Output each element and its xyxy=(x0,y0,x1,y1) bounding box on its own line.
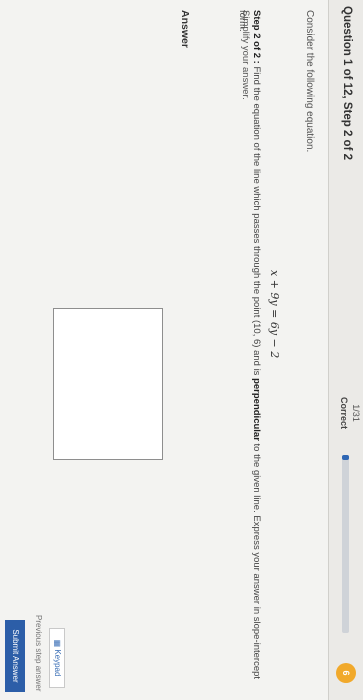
given-equation: x + 9y = 6y − 2 xyxy=(268,270,281,359)
previous-step-answer-link[interactable]: Previous step answer xyxy=(34,615,43,691)
progress-fill xyxy=(342,455,349,461)
instruction-bold: perpendicular xyxy=(251,378,262,441)
instruction-part-1: Find the equation of the line which pass… xyxy=(251,63,262,379)
keypad-label: Keypad xyxy=(53,649,62,677)
simplify-note: Simplify your answer. xyxy=(240,10,251,100)
question-title: Question 1 of 12, Step 2 of 2 xyxy=(341,6,353,161)
keypad-button[interactable]: ▦ Keypad xyxy=(49,628,65,688)
question-page: Question 1 of 12, Step 2 of 2 1/31 Corre… xyxy=(0,0,363,700)
intro-text: Consider the following equation. xyxy=(304,10,315,153)
answer-label: Answer xyxy=(179,10,191,48)
step-label: Step 2 of 2 : xyxy=(251,10,262,64)
submit-answer-button[interactable]: Submit Answer xyxy=(5,620,25,692)
score-count: 1/31 xyxy=(351,404,361,422)
score-block: 1/31 Correct xyxy=(339,378,361,448)
badge-icon: 6 xyxy=(336,663,356,683)
header-bar: Question 1 of 12, Step 2 of 2 1/31 Corre… xyxy=(328,0,363,700)
step-instruction: Step 2 of 2 : Find the equation of the l… xyxy=(235,10,264,700)
progress-bar xyxy=(342,455,349,633)
keypad-icon: ▦ xyxy=(53,639,62,650)
answer-input[interactable] xyxy=(53,308,163,460)
status-label: Correct xyxy=(339,396,349,429)
